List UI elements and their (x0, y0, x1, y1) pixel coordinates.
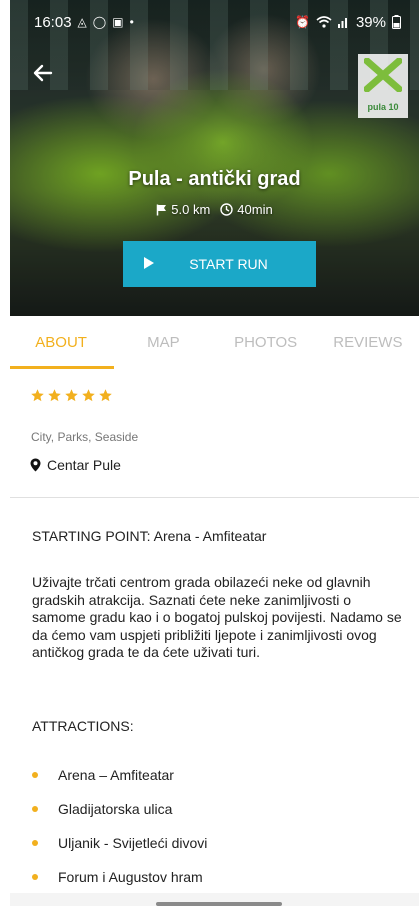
instagram-icon: ▣ (112, 15, 124, 29)
star-icon (31, 389, 44, 402)
home-indicator[interactable] (156, 902, 282, 906)
status-left: 16:03 ◬ ◯ ▣ • (34, 14, 134, 31)
duration-item: 40min (220, 202, 273, 217)
starting-point: STARTING POINT: Arena - Amfiteatar (32, 528, 266, 544)
bullet-icon (32, 874, 38, 880)
back-button[interactable] (28, 58, 58, 88)
route-duration: 40min (237, 202, 273, 217)
route-distance: 5.0 km (171, 202, 211, 217)
route-categories: City, Parks, Seaside (31, 430, 139, 444)
location-label: Centar Pule (47, 457, 121, 473)
battery-icon (392, 15, 401, 29)
route-location: Centar Pule (30, 457, 121, 473)
play-icon (144, 257, 154, 269)
status-right: ⏰ 39% (295, 14, 401, 31)
star-icon (48, 389, 61, 402)
pula-logo: pula 10 (358, 54, 408, 118)
star-icon (99, 389, 112, 402)
attraction-label: Arena – Amfiteatar (58, 767, 174, 783)
dot-icon: • (129, 15, 134, 29)
attraction-label: Forum i Augustov hram (58, 869, 203, 885)
flag-icon (157, 204, 167, 215)
tab-photos[interactable]: PHOTOS (215, 316, 317, 370)
star-rating (30, 388, 113, 403)
whatsapp-icon: ◯ (92, 15, 107, 29)
wifi-icon (316, 16, 332, 28)
star-icon (82, 389, 95, 402)
route-description: Uživajte trčati centrom grada obilazeći … (32, 574, 402, 660)
attractions-title: ATTRACTIONS: (32, 718, 134, 734)
status-time: 16:03 (34, 13, 72, 31)
active-tab-indicator (10, 366, 114, 369)
bullet-icon (32, 806, 38, 812)
bullet-icon (32, 840, 38, 846)
clock-icon (220, 203, 233, 216)
starting-point-label: STARTING POINT: (32, 528, 151, 544)
attraction-item: Arena – Amfiteatar (32, 758, 207, 792)
alarm-icon: ⏰ (295, 15, 310, 29)
route-meta: 5.0 km 40min (10, 202, 419, 217)
tab-reviews[interactable]: REVIEWS (317, 316, 419, 370)
attraction-label: Gladijatorska ulica (58, 801, 173, 817)
signal-icon (337, 18, 347, 28)
tab-bar: ABOUT MAP PHOTOS REVIEWS (10, 316, 419, 370)
attraction-item: Forum i Augustov hram (32, 860, 207, 894)
attraction-item: Uljanik - Svijetleći divovi (32, 826, 207, 860)
route-title: Pula - antički grad (128, 168, 301, 190)
attraction-item: Gladijatorska ulica (32, 792, 207, 826)
attractions-list: Arena – Amfiteatar Gladijatorska ulica U… (32, 758, 207, 894)
location-pin-icon (30, 458, 41, 472)
start-run-button[interactable]: START RUN (123, 241, 316, 287)
battery-percent: 39% (355, 13, 386, 31)
notification-icon: ◬ (77, 15, 87, 29)
bullet-icon (32, 772, 38, 778)
tab-map[interactable]: MAP (112, 316, 214, 370)
distance-item: 5.0 km (156, 202, 210, 217)
logo-text: pula 10 (367, 102, 399, 112)
attraction-label: Uljanik - Svijetleći divovi (58, 835, 208, 851)
section-divider (10, 497, 419, 498)
arrow-left-icon (33, 64, 53, 82)
starting-point-value: Arena - Amfiteatar (153, 528, 267, 544)
star-icon (65, 389, 78, 402)
x-logo-mark (364, 58, 402, 92)
tab-about[interactable]: ABOUT (10, 316, 112, 370)
status-bar: 16:03 ◬ ◯ ▣ • ⏰ 39% (10, 0, 419, 44)
